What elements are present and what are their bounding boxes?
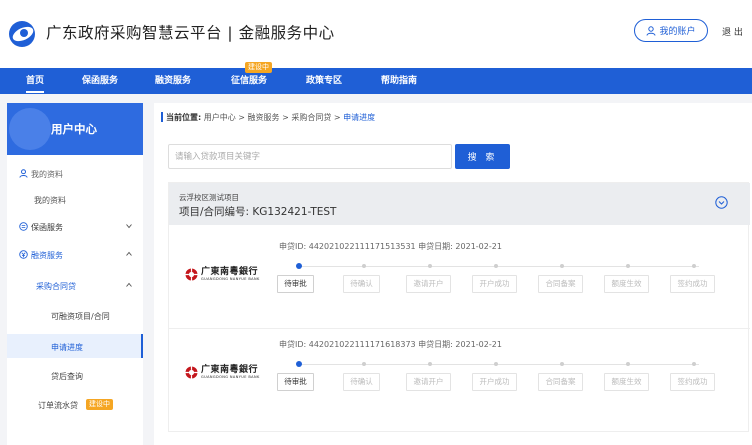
progress-dot-active [296, 361, 302, 367]
loan-meta: 申贷ID: 442021022111171618373 申贷日期: 2021-0… [279, 340, 502, 349]
loan-record: 申贷ID: 442021022111171513531 申贷日期: 2021-0… [169, 231, 750, 321]
nav-help[interactable]: 帮助指南 [381, 68, 417, 94]
progress-dot [428, 264, 432, 268]
user-center-card: 用户中心 [7, 103, 143, 155]
loan-meta: 申贷ID: 442021022111171513531 申贷日期: 2021-0… [279, 242, 502, 251]
progress-dot [626, 264, 630, 268]
step-pending-approval: 待审批 [277, 275, 314, 293]
step-invite-account: 邀请开户 [406, 275, 451, 293]
my-account-button[interactable]: 我的账户 [634, 19, 708, 42]
chevron-up-icon [126, 251, 132, 256]
sidebar-item-my-profile-label: 我的资料 [34, 196, 66, 205]
progress-dot [362, 362, 366, 366]
progress-dot [494, 362, 498, 366]
step-account-success: 开户成功 [472, 373, 517, 391]
project-code: 项目/合同编号: KG132421-TEST [179, 206, 337, 218]
breadcrumb-path[interactable]: 用户中心 > 融资服务 > 采购合同贷 > [204, 113, 343, 122]
step-account-success: 开户成功 [472, 275, 517, 293]
sidebar: 用户中心 我的资料 我的资料 保函服务 融资服务 采购合同贷 可融资项目/合同 … [7, 103, 143, 445]
step-signing-success: 签约成功 [670, 373, 715, 391]
under-construction-badge: 建设中 [245, 62, 272, 73]
progress-dot [692, 264, 696, 268]
progress-dot [362, 264, 366, 268]
guarantee-icon [19, 222, 28, 231]
step-quota-effective: 额度生效 [604, 373, 649, 391]
bank-logo: 广東南粵銀行 GUANGDONG NANYUE BANK [185, 366, 260, 379]
logout-link[interactable]: 退 出 [722, 25, 743, 38]
nav-policy[interactable]: 政策专区 [306, 68, 342, 94]
under-construction-badge: 建设中 [86, 399, 113, 410]
breadcrumb-current: 申请进度 [343, 113, 376, 122]
search-input[interactable] [168, 144, 452, 169]
main-nav: 首页 保函服务 融资服务 征信服务 建设中 政策专区 帮助指南 [0, 62, 752, 94]
breadcrumb: 当前位置: 用户中心 > 融资服务 > 采购合同贷 > 申请进度 [160, 112, 376, 123]
step-signing-success: 签约成功 [670, 275, 715, 293]
step-contract-filing: 合同备案 [538, 275, 583, 293]
progress-dot [560, 264, 564, 268]
step-pending-confirm: 待确认 [343, 275, 380, 293]
sidebar-item-guarantee-label: 保函服务 [31, 223, 63, 232]
progress-track [299, 266, 699, 267]
bank-emblem-icon [185, 366, 198, 379]
user-icon [646, 25, 656, 36]
sidebar-item-financing-label: 融资服务 [31, 251, 63, 260]
project-header[interactable]: 云浮校区测试项目 项目/合同编号: KG132421-TEST [169, 183, 750, 225]
breadcrumb-label: 当前位置: [166, 113, 202, 122]
project-name: 云浮校区测试项目 [179, 193, 239, 202]
progress-track [299, 364, 699, 365]
progress-dot [494, 264, 498, 268]
nav-financing[interactable]: 融资服务 [155, 68, 191, 94]
main-content: 当前位置: 用户中心 > 融资服务 > 采购合同贷 > 申请进度 搜 索 云浮校… [154, 103, 752, 445]
progress-dot [626, 362, 630, 366]
progress-dot-active [296, 263, 302, 269]
nav-guarantee[interactable]: 保函服务 [82, 68, 118, 94]
nav-credit-label: 征信服务 [231, 76, 268, 86]
chevron-down-circle-icon[interactable] [715, 196, 728, 209]
bank-name-en: GUANGDONG NANYUE BANK [201, 277, 260, 281]
sidebar-item-progress-label: 申请进度 [51, 343, 83, 352]
project-panel: 云浮校区测试项目 项目/合同编号: KG132421-TEST 申贷ID: 44… [168, 182, 750, 432]
chevron-down-icon [126, 224, 132, 229]
step-pending-approval: 待审批 [277, 373, 314, 391]
sidebar-item-progress[interactable]: 申请进度 [7, 334, 143, 358]
platform-logo-icon [9, 21, 35, 47]
search-button[interactable]: 搜 索 [455, 144, 510, 169]
bank-logo: 广東南粵銀行 GUANGDONG NANYUE BANK [185, 268, 260, 281]
step-invite-account: 邀请开户 [406, 373, 451, 391]
bank-name: 广東南粵銀行 [201, 365, 259, 375]
step-quota-effective: 额度生效 [604, 275, 649, 293]
user-center-title: 用户中心 [51, 122, 97, 136]
progress-dot [560, 362, 564, 366]
bank-emblem-icon [185, 268, 198, 281]
chevron-up-icon [126, 282, 132, 287]
bank-name: 广東南粵銀行 [201, 267, 259, 277]
progress-dot [428, 362, 432, 366]
sidebar-item-post-loan-label: 贷后查询 [51, 372, 83, 381]
bank-name-en: GUANGDONG NANYUE BANK [201, 375, 260, 379]
header: 广东政府采购智慧云平台 | 金融服务中心 我的账户 退 出 [0, 0, 752, 68]
financing-icon [19, 250, 28, 259]
sidebar-group-profile-label: 我的资料 [31, 170, 63, 179]
step-pending-confirm: 待确认 [343, 373, 380, 391]
progress-dot [692, 362, 696, 366]
site-title: 广东政府采购智慧云平台 | 金融服务中心 [46, 24, 335, 42]
nav-credit[interactable]: 征信服务 建设中 [231, 62, 272, 94]
step-contract-filing: 合同备案 [538, 373, 583, 391]
sidebar-item-purchase-loan-label: 采购合同贷 [36, 282, 76, 291]
user-center-emblem [9, 108, 51, 150]
sidebar-item-financeable-label: 可融资项目/合同 [51, 312, 110, 321]
user-icon [19, 169, 28, 178]
my-account-label: 我的账户 [659, 27, 696, 37]
loan-record: 申贷ID: 442021022111171618373 申贷日期: 2021-0… [169, 329, 750, 419]
sidebar-item-order-flow-label: 订单流水贷 [38, 401, 78, 410]
nav-home[interactable]: 首页 [26, 68, 45, 94]
